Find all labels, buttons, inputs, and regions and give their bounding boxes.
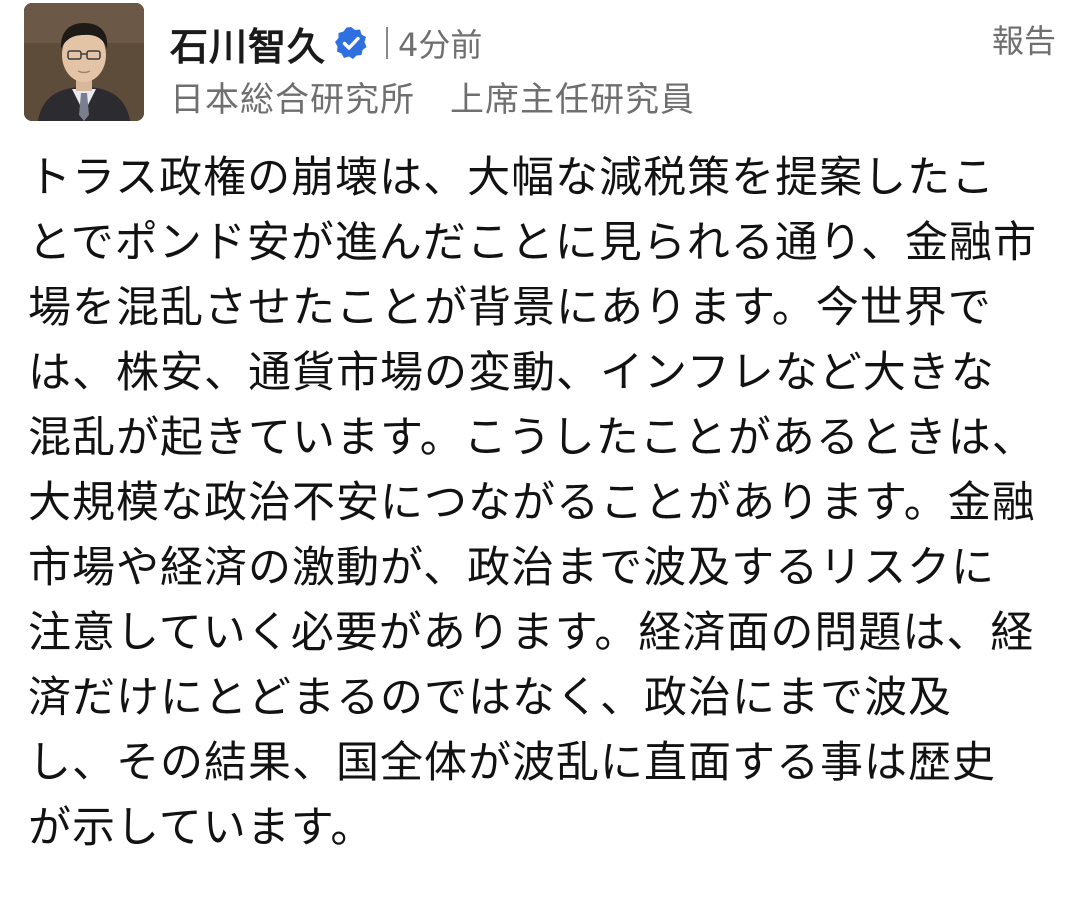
comment-line: トラス政権の崩壊は、大幅な減税策を提案したこ — [28, 153, 996, 203]
comment-line: とでポンド安が進んだことに見られる通り、金融市 — [28, 218, 1037, 268]
comment-line: 混乱が起きています。こうしたことがあるときは、 — [28, 413, 1036, 463]
author-photo — [24, 3, 144, 121]
author-affiliation: 日本総合研究所 上席主任研究員 — [170, 80, 695, 120]
post-timestamp: 4分前 — [398, 26, 483, 64]
author-name[interactable]: 石川智久 — [170, 16, 326, 71]
comment-line: 場を混乱させたことが背景にあります。今世界で — [28, 283, 992, 333]
comment-body: トラス政権の崩壊は、大幅な減税策を提案したこ とでポンド安が進んだことに見られる… — [28, 146, 1062, 861]
comment-line: 済だけにとどまるのではなく、政治にまで波及 — [28, 673, 952, 723]
comment-line: は、株安、通貨市場の変動、インフレなど大きな — [28, 348, 995, 398]
comment-line: 注意していく必要があります。経済面の問題は、経 — [28, 608, 1035, 658]
comment-line: が示しています。 — [28, 803, 375, 853]
comment-line: し、その結果、国全体が波乱に直面する事は歴史 — [28, 738, 996, 788]
comment-header: 石川智久 4分前 — [170, 14, 482, 72]
report-button[interactable]: 報告 — [992, 16, 1056, 62]
comment-line: 市場や経済の激動が、政治まで波及するリスクに — [28, 543, 996, 593]
author-avatar[interactable] — [24, 3, 144, 121]
verified-badge-icon — [334, 26, 368, 60]
header-divider — [386, 27, 389, 59]
comment-line: 大規模な政治不安につながることがあります。金融 — [28, 478, 1036, 528]
